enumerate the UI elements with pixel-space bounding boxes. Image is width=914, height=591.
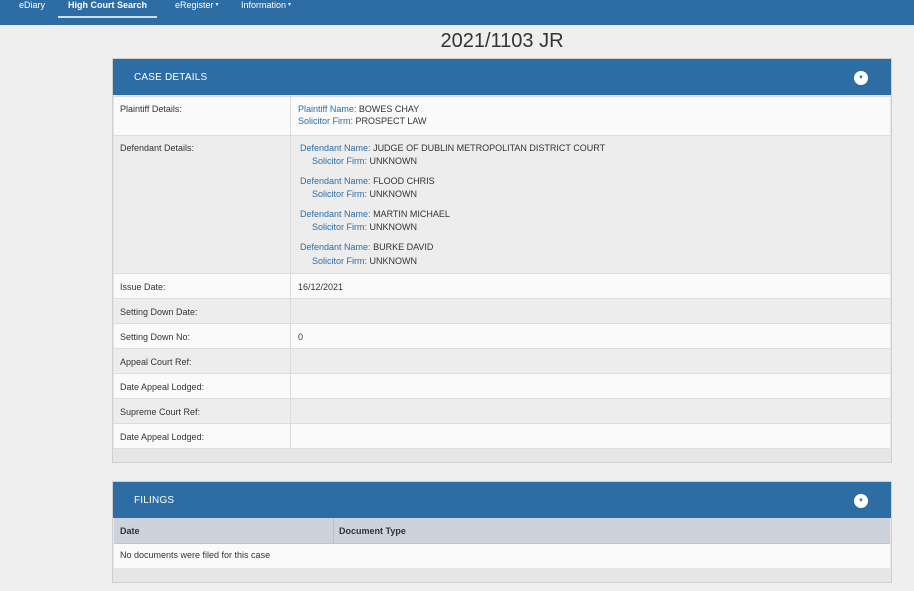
defendant-firm: UNKNOWN: [369, 256, 418, 266]
defendant-name-line: Defendant Name: MARTIN MICHAEL: [300, 209, 450, 219]
filings-heading[interactable]: FILINGS ▼: [113, 482, 891, 518]
defendant-name: MARTIN MICHAEL: [373, 209, 450, 219]
issue-date-row: Issue Date: 16/12/2021: [114, 273, 890, 298]
case-details-panel: CASE DETAILS ▼ Plaintiff Details: Plaint…: [112, 58, 892, 463]
defendant-firm: UNKNOWN: [369, 156, 418, 166]
defendant-name: FLOOD CHRIS: [373, 176, 435, 186]
setting-down-no-row: Setting Down No: 0: [114, 323, 890, 348]
nav-high-court-search-label: High Court Search: [68, 0, 148, 10]
top-navbar: eDiary High Court Search eRegister ▾ Info…: [0, 0, 914, 25]
filings-panel: FILINGS ▼ Date Document Type No document…: [112, 481, 892, 583]
setting-down-date-row: Setting Down Date:: [114, 298, 890, 323]
field-label: Supreme Court Ref:: [120, 407, 201, 417]
defendant-row: Defendant Details: Defendant Name: JUDGE…: [114, 135, 890, 274]
nav-eregister-label: eRegister: [175, 0, 214, 10]
defendant-name-line: Defendant Name: JUDGE OF DUBLIN METROPOL…: [300, 143, 605, 153]
filings-empty-message: No documents were filed for this case: [120, 550, 271, 560]
defendant-name: JUDGE OF DUBLIN METROPOLITAN DISTRICT CO…: [373, 143, 606, 153]
date-appeal-lodged-row: Date Appeal Lodged:: [114, 423, 890, 449]
defendant-details-label: Defendant Details:: [120, 143, 195, 153]
supreme-court-ref-row: Supreme Court Ref:: [114, 398, 890, 423]
field-label: Appeal Court Ref:: [120, 357, 192, 367]
defendant-name: BURKE DAVID: [373, 242, 434, 252]
field-label: Date Appeal Lodged:: [120, 382, 205, 392]
nav-information[interactable]: Information ▾: [241, 0, 291, 25]
case-details-title: CASE DETAILS: [134, 72, 208, 83]
case-details-heading[interactable]: CASE DETAILS ▼: [113, 59, 891, 95]
defendant-firm-key: Solicitor Firm:: [312, 189, 368, 199]
plaintiff-name-key: Plaintiff Name:: [298, 104, 357, 114]
defendant-firm: UNKNOWN: [369, 189, 418, 199]
defendant-firm-line: Solicitor Firm: UNKNOWN: [312, 256, 417, 266]
nav-ediary[interactable]: eDiary: [19, 0, 45, 25]
defendant-firm-key: Solicitor Firm:: [312, 156, 368, 166]
column-header-document-type[interactable]: Document Type: [339, 526, 406, 536]
column-header-date[interactable]: Date: [120, 526, 140, 536]
plaintiff-name: BOWES CHAY: [358, 104, 420, 114]
defendant-name-line: Defendant Name: BURKE DAVID: [300, 242, 433, 252]
nav-eregister[interactable]: eRegister ▾: [175, 0, 219, 25]
plaintiff-details-label: Plaintiff Details:: [120, 104, 182, 114]
defendant-firm-line: Solicitor Firm: UNKNOWN: [312, 189, 417, 199]
field-value: 16/12/2021: [298, 282, 344, 292]
defendant-name-key: Defendant Name:: [300, 176, 371, 186]
appeal-court-ref-row: Appeal Court Ref:: [114, 348, 890, 373]
filings-title: FILINGS: [134, 495, 175, 506]
defendant-firm-line: Solicitor Firm: UNKNOWN: [312, 222, 417, 232]
case-title: 2021/1103 JR: [440, 30, 564, 52]
defendant-firm-key: Solicitor Firm:: [312, 222, 368, 232]
nav-high-court-search[interactable]: High Court Search: [58, 0, 158, 18]
defendant-firm: UNKNOWN: [369, 222, 418, 232]
nav-information-label: Information: [241, 0, 287, 10]
filings-table-header: Date Document Type: [114, 518, 890, 544]
defendant-name-line: Defendant Name: FLOOD CHRIS: [300, 176, 435, 186]
date-appeal-lodged-row: Date Appeal Lodged:: [114, 373, 890, 398]
field-label: Date Appeal Lodged:: [120, 432, 205, 442]
filings-empty-row: No documents were filed for this case: [114, 544, 890, 568]
defendant-name-key: Defendant Name:: [300, 209, 371, 219]
chevron-down-icon[interactable]: ▼: [854, 494, 868, 508]
caret-down-icon: ▾: [215, 2, 219, 9]
caret-down-icon: ▾: [288, 2, 292, 9]
plaintiff-firm-key: Solicitor Firm:: [298, 116, 354, 126]
defendant-firm-line: Solicitor Firm: UNKNOWN: [312, 156, 417, 166]
field-label: Issue Date:: [120, 282, 166, 292]
plaintiff-details-value: Plaintiff Name: BOWES CHAY Solicitor Fir…: [298, 104, 427, 126]
defendant-name-key: Defendant Name:: [300, 242, 371, 252]
defendant-firm-key: Solicitor Firm:: [312, 256, 368, 266]
nav-ediary-label: eDiary: [19, 0, 46, 10]
chevron-down-icon[interactable]: ▼: [854, 71, 868, 85]
field-value: 0: [298, 332, 304, 342]
field-label: Setting Down No:: [120, 332, 191, 342]
plaintiff-row: Plaintiff Details: Plaintiff Name: BOWES…: [114, 96, 890, 135]
field-label: Setting Down Date:: [120, 307, 198, 317]
defendant-name-key: Defendant Name:: [300, 143, 371, 153]
plaintiff-firm: PROSPECT LAW: [355, 116, 427, 126]
